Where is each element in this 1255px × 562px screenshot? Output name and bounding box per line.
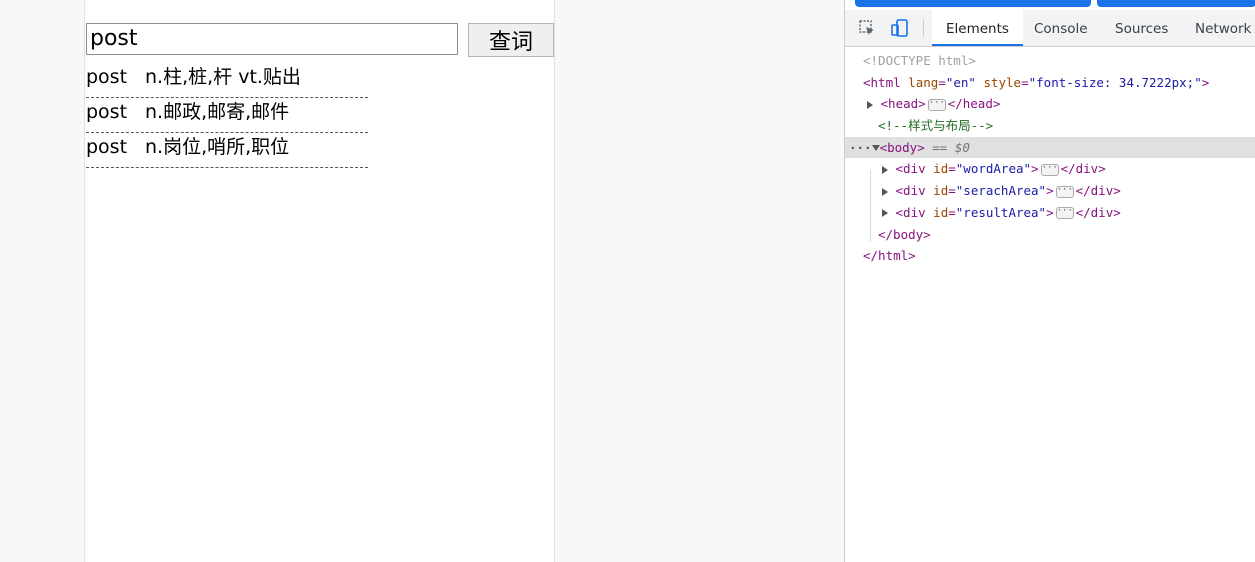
screen: 查词 post n.柱,桩,杆 vt.贴出 post n.邮政,邮寄,邮件 post… bbox=[0, 0, 1255, 562]
dom-node-html-close[interactable]: </html> bbox=[845, 245, 1255, 267]
dom-node-div-wordarea[interactable]: <div id="wordArea"> ··· </div> bbox=[845, 158, 1255, 180]
doctype-text: <!DOCTYPE html> bbox=[863, 53, 976, 68]
result-area: post n.柱,桩,杆 vt.贴出 post n.邮政,邮寄,邮件 post n.岗… bbox=[86, 63, 368, 168]
head-close-tag: </head> bbox=[947, 96, 1001, 112]
div-close-tag: </div> bbox=[1075, 204, 1121, 220]
tree-indent-guide bbox=[870, 170, 871, 242]
div-open-tag: <div bbox=[895, 183, 926, 199]
collapsed-ellipsis-icon[interactable]: ··· bbox=[1055, 185, 1074, 198]
collapsed-ellipsis-icon[interactable]: ··· bbox=[927, 98, 946, 111]
result-word: post bbox=[86, 136, 128, 158]
tab-elements[interactable]: Elements bbox=[932, 10, 1023, 46]
collapsed-ellipsis-icon[interactable]: ··· bbox=[1040, 163, 1059, 176]
node-actions-icon[interactable]: ··· bbox=[849, 140, 872, 155]
html-tag: <html bbox=[863, 74, 901, 90]
div-attr-id-value: "serachArea" bbox=[955, 183, 1047, 199]
devtools-panel: Elements Console Sources Network <!DOCTY… bbox=[844, 0, 1255, 562]
tab-sources[interactable]: Sources bbox=[1115, 10, 1168, 46]
devtools-toolbar: Elements Console Sources Network bbox=[845, 10, 1255, 47]
div-open-tag: <div bbox=[895, 204, 926, 220]
div-open-tag: <div bbox=[895, 161, 926, 177]
div-attr-id-value: "wordArea" bbox=[955, 161, 1032, 177]
dom-node-doctype[interactable]: <!DOCTYPE html> bbox=[845, 50, 1255, 72]
div-attr-id: id bbox=[933, 183, 949, 199]
head-open-tag: <head> bbox=[880, 96, 926, 112]
selected-node-marker: == $0 bbox=[932, 139, 970, 155]
dom-node-comment[interactable]: <!--样式与布局--> bbox=[845, 115, 1255, 137]
result-definition: n.岗位,哨所,职位 bbox=[145, 136, 290, 158]
expand-triangle-icon[interactable] bbox=[882, 187, 888, 196]
expand-triangle-icon[interactable] bbox=[882, 209, 888, 218]
div-close-tag: </div> bbox=[1060, 161, 1106, 177]
collapse-triangle-icon[interactable] bbox=[871, 145, 880, 152]
dictionary-app: 查词 post n.柱,桩,杆 vt.贴出 post n.邮政,邮寄,邮件 post… bbox=[84, 0, 555, 562]
top-action-button[interactable] bbox=[1097, 0, 1255, 7]
div-attr-id: id bbox=[933, 161, 949, 177]
html-attr-style-value: "font-size: 34.7222px;" bbox=[1028, 74, 1202, 90]
result-definition: n.柱,桩,杆 vt.贴出 bbox=[145, 66, 301, 88]
expand-triangle-icon[interactable] bbox=[882, 165, 888, 174]
device-toolbar-icon[interactable] bbox=[891, 19, 909, 37]
dom-tree: <!DOCTYPE html> <html lang="en" style="f… bbox=[845, 50, 1255, 267]
page-viewport: 查词 post n.柱,桩,杆 vt.贴出 post n.邮政,邮寄,邮件 post… bbox=[0, 0, 844, 562]
result-item: post n.柱,桩,杆 vt.贴出 bbox=[86, 63, 368, 98]
search-button[interactable]: 查词 bbox=[468, 23, 554, 57]
expand-triangle-icon[interactable] bbox=[867, 100, 873, 109]
result-definition: n.邮政,邮寄,邮件 bbox=[145, 101, 290, 123]
top-action-button[interactable] bbox=[855, 0, 1091, 7]
collapsed-ellipsis-icon[interactable]: ··· bbox=[1055, 207, 1074, 220]
tab-network[interactable]: Network bbox=[1195, 10, 1251, 46]
body-open-tag: <body> bbox=[879, 139, 925, 155]
dom-node-div-resultarea[interactable]: <div id="resultArea"> ··· </div> bbox=[845, 202, 1255, 224]
dom-node-head[interactable]: <head> ··· </head> bbox=[845, 93, 1255, 115]
dom-node-body[interactable]: ··· <body> == $0 bbox=[845, 136, 1255, 159]
devtools-top-strip bbox=[845, 0, 1255, 9]
div-attr-id: id bbox=[933, 204, 949, 220]
result-word: post bbox=[86, 101, 128, 123]
div-close-tag: </div> bbox=[1075, 183, 1121, 199]
html-attr-lang: lang bbox=[908, 74, 939, 90]
div-attr-id-value: "resultArea" bbox=[955, 204, 1047, 220]
dom-node-body-close[interactable]: </body> bbox=[845, 224, 1255, 246]
dom-node-html[interactable]: <html lang="en" style="font-size: 34.722… bbox=[845, 72, 1255, 94]
body-close-tag: </body> bbox=[878, 226, 931, 242]
html-close-tag: </html> bbox=[863, 248, 916, 264]
html-attr-lang-value: "en" bbox=[945, 74, 976, 90]
inspect-element-icon[interactable] bbox=[858, 19, 876, 37]
toolbar-separator bbox=[923, 19, 924, 37]
dom-node-div-seracharea[interactable]: <div id="serachArea"> ··· </div> bbox=[845, 180, 1255, 202]
result-word: post bbox=[86, 66, 128, 88]
tab-console[interactable]: Console bbox=[1034, 10, 1088, 46]
result-item: post n.邮政,邮寄,邮件 bbox=[86, 98, 368, 133]
comment-text: <!--样式与布局--> bbox=[878, 118, 994, 134]
result-item: post n.岗位,哨所,职位 bbox=[86, 133, 368, 168]
html-attr-style: style bbox=[983, 74, 1022, 90]
word-input[interactable] bbox=[86, 23, 458, 55]
